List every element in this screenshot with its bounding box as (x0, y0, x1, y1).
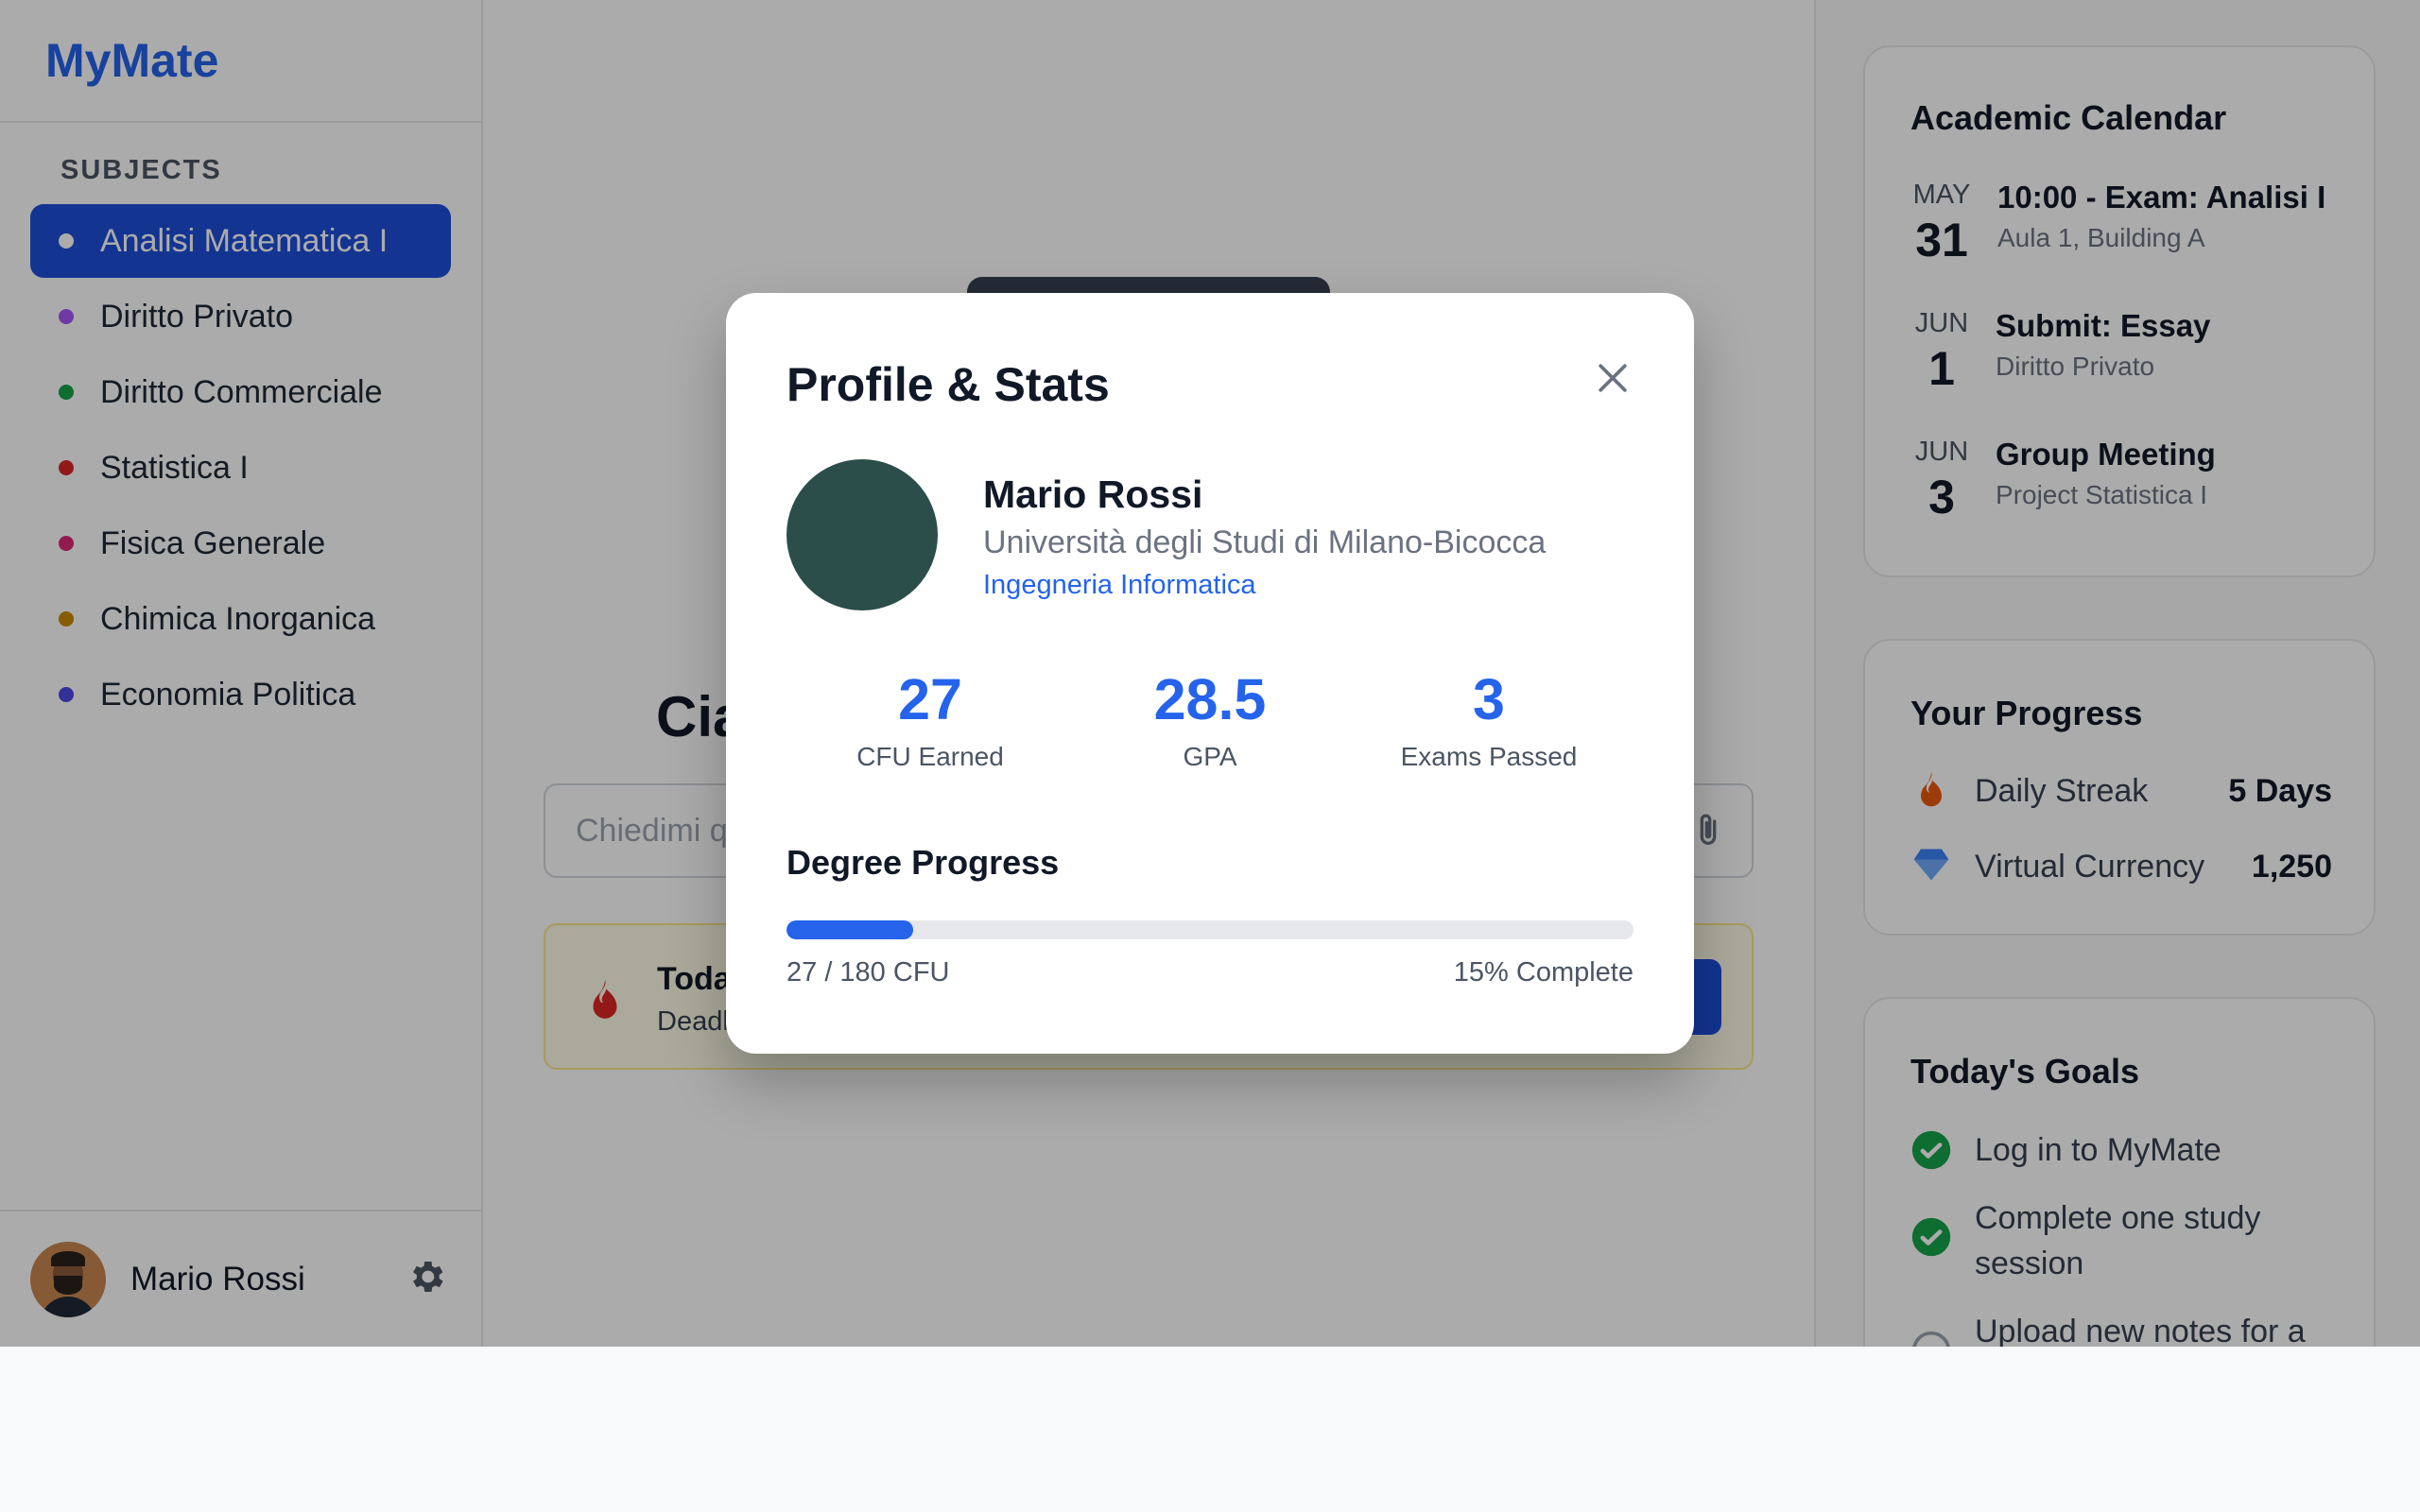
profile-stats-modal: Profile & Stats Mario Rossi Università d… (726, 293, 1694, 1054)
degree-progress-fill (786, 920, 914, 939)
stat-value: 3 (1473, 667, 1505, 731)
close-icon[interactable] (1592, 357, 1634, 399)
profile-course-link[interactable]: Ingegneria Informatica (983, 570, 1256, 601)
stat-gpa: 28.5 GPA (1068, 671, 1352, 772)
profile-university: Università degli Studi di Milano-Bicocca (983, 524, 1547, 560)
modal-title: Profile & Stats (786, 358, 1110, 411)
stat-label: GPA (1183, 742, 1237, 771)
stat-value: 27 (898, 667, 962, 731)
degree-progress-cfu: 27 / 180 CFU (786, 957, 950, 988)
degree-progress-title: Degree Progress (786, 843, 1060, 882)
profile-name: Mario Rossi (983, 472, 1203, 516)
profile-avatar (786, 459, 938, 610)
degree-progress-bar (786, 920, 1634, 939)
stat-label: CFU Earned (856, 742, 1004, 771)
degree-progress-percent: 15% Complete (1453, 957, 1634, 988)
stat-value: 28.5 (1153, 667, 1267, 731)
stat-exams: 3 Exams Passed (1347, 671, 1631, 772)
stat-cfu: 27 CFU Earned (788, 671, 1072, 772)
stat-label: Exams Passed (1400, 742, 1578, 771)
